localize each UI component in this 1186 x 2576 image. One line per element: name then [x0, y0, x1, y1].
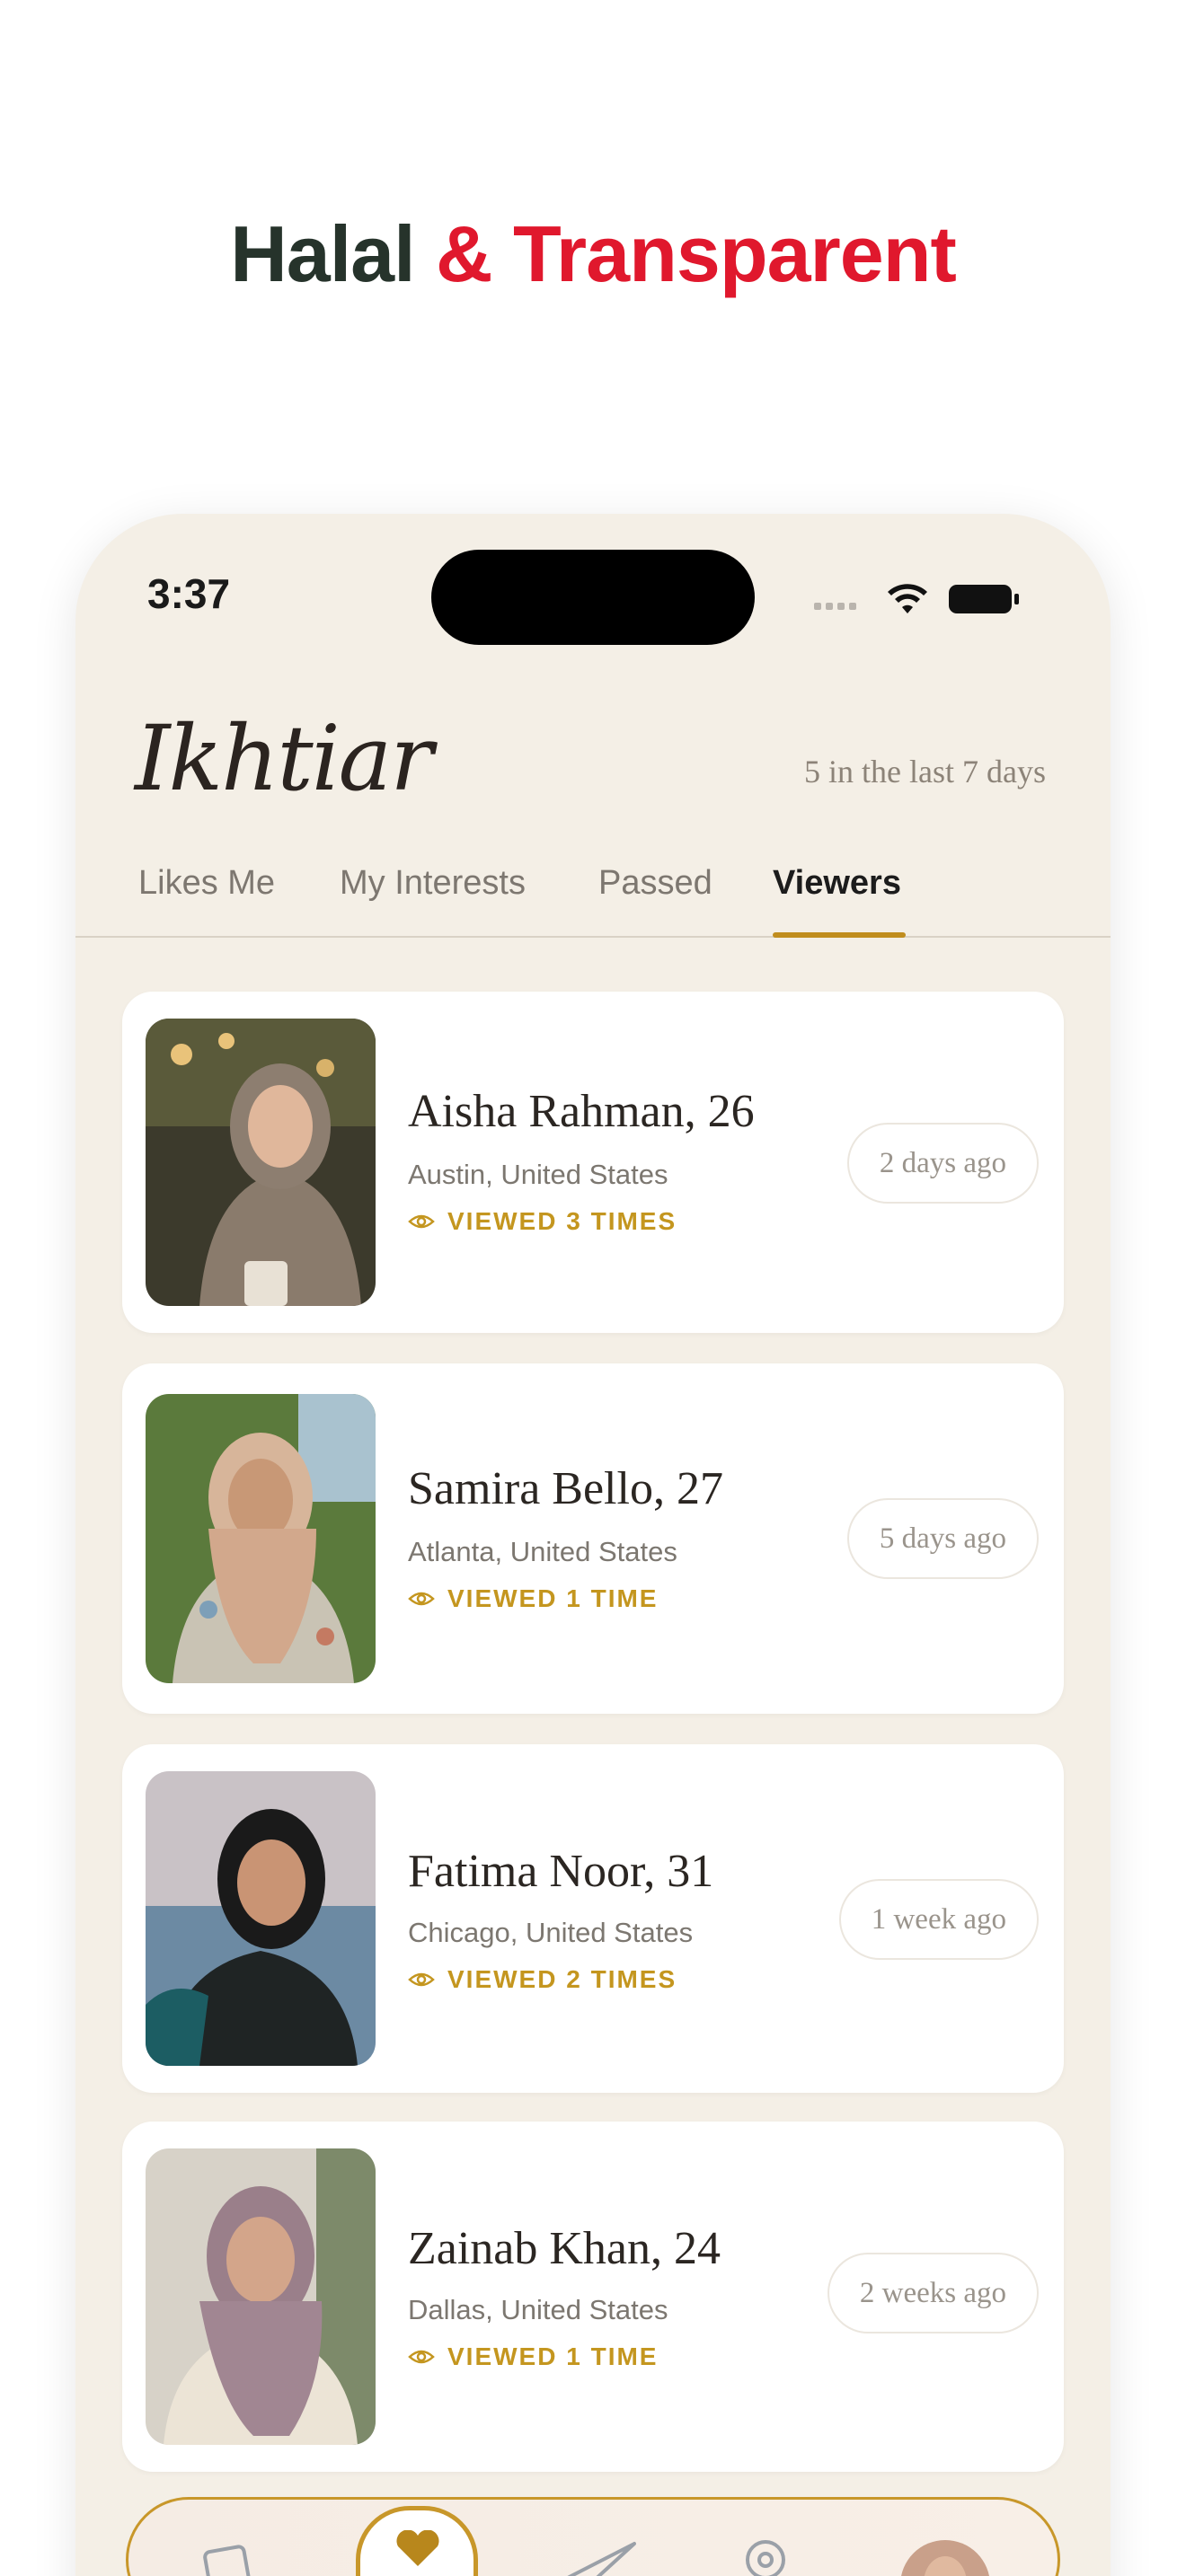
viewer-location: Austin, United States: [408, 1159, 668, 1190]
view-count-label: VIEWED 1 TIME: [447, 1584, 659, 1612]
viewed-time-badge: 2 days ago: [846, 1123, 1039, 1204]
location-icon[interactable]: [739, 2538, 792, 2576]
viewer-name: Samira Bello, 27: [408, 1463, 723, 1514]
heart-icon: [396, 2530, 439, 2566]
headline-part-2: & Transparent: [436, 209, 957, 298]
view-count: VIEWED 3 TIMES: [408, 1207, 677, 1236]
tab-viewers[interactable]: Viewers: [773, 864, 901, 903]
viewer-card[interactable]: Aisha Rahman, 26 Austin, United States V…: [122, 992, 1064, 1333]
view-count-label: VIEWED 3 TIMES: [447, 1207, 677, 1235]
view-count-label: VIEWED 2 TIMES: [447, 1965, 677, 1993]
viewer-location: Chicago, United States: [408, 1917, 694, 1948]
profile-photo: [146, 2148, 376, 2445]
viewer-name: Zainab Khan, 24: [408, 2223, 721, 2274]
profile-photo: [146, 1771, 376, 2066]
profile-photo: [146, 1394, 376, 1683]
cellular-signal-icon: [814, 603, 856, 610]
tab-likes-me[interactable]: Likes Me: [138, 864, 275, 903]
app-logo: Ikhtiar: [135, 706, 433, 811]
view-count: VIEWED 1 TIME: [408, 1584, 658, 1613]
viewer-name: Fatima Noor, 31: [408, 1846, 714, 1897]
viewer-card[interactable]: Fatima Noor, 31 Chicago, United States V…: [122, 1744, 1064, 2093]
eye-icon: [408, 2350, 435, 2364]
cards-icon[interactable]: [199, 2538, 262, 2576]
send-icon[interactable]: [557, 2538, 638, 2576]
eye-icon: [408, 1592, 435, 1606]
viewed-time-badge: 2 weeks ago: [827, 2253, 1039, 2333]
headline-part-1: Halal: [230, 209, 415, 298]
viewed-time-badge: 1 week ago: [838, 1879, 1039, 1960]
status-time: 3:37: [147, 570, 231, 617]
profile-photo: [146, 1019, 376, 1306]
viewer-location: Atlanta, United States: [408, 1536, 677, 1567]
viewers-summary: 5 in the last 7 days: [804, 754, 1046, 790]
viewer-card[interactable]: Zainab Khan, 24 Dallas, United States VI…: [122, 2122, 1064, 2472]
tab-bar: Likes Me My Interests Passed Viewers: [75, 855, 1111, 938]
eye-icon: [408, 1972, 435, 1987]
viewer-name: Aisha Rahman, 26: [408, 1086, 755, 1137]
marketing-headline: Halal & Transparent: [0, 208, 1186, 300]
view-count-label: VIEWED 1 TIME: [447, 2342, 659, 2370]
status-icons: [814, 579, 1021, 619]
dynamic-island: [431, 550, 755, 645]
eye-icon: [408, 1214, 435, 1229]
tab-my-interests[interactable]: My Interests: [340, 864, 526, 903]
viewer-location: Dallas, United States: [408, 2294, 668, 2325]
view-count: VIEWED 2 TIMES: [408, 1965, 677, 1994]
battery-icon: [949, 585, 1019, 613]
viewer-card[interactable]: Samira Bello, 27 Atlanta, United States …: [122, 1363, 1064, 1714]
tab-passed[interactable]: Passed: [598, 864, 712, 903]
viewed-time-badge: 5 days ago: [846, 1498, 1039, 1579]
active-tab-indicator: [773, 932, 906, 938]
view-count: VIEWED 1 TIME: [408, 2342, 658, 2371]
wifi-icon: [888, 584, 927, 613]
